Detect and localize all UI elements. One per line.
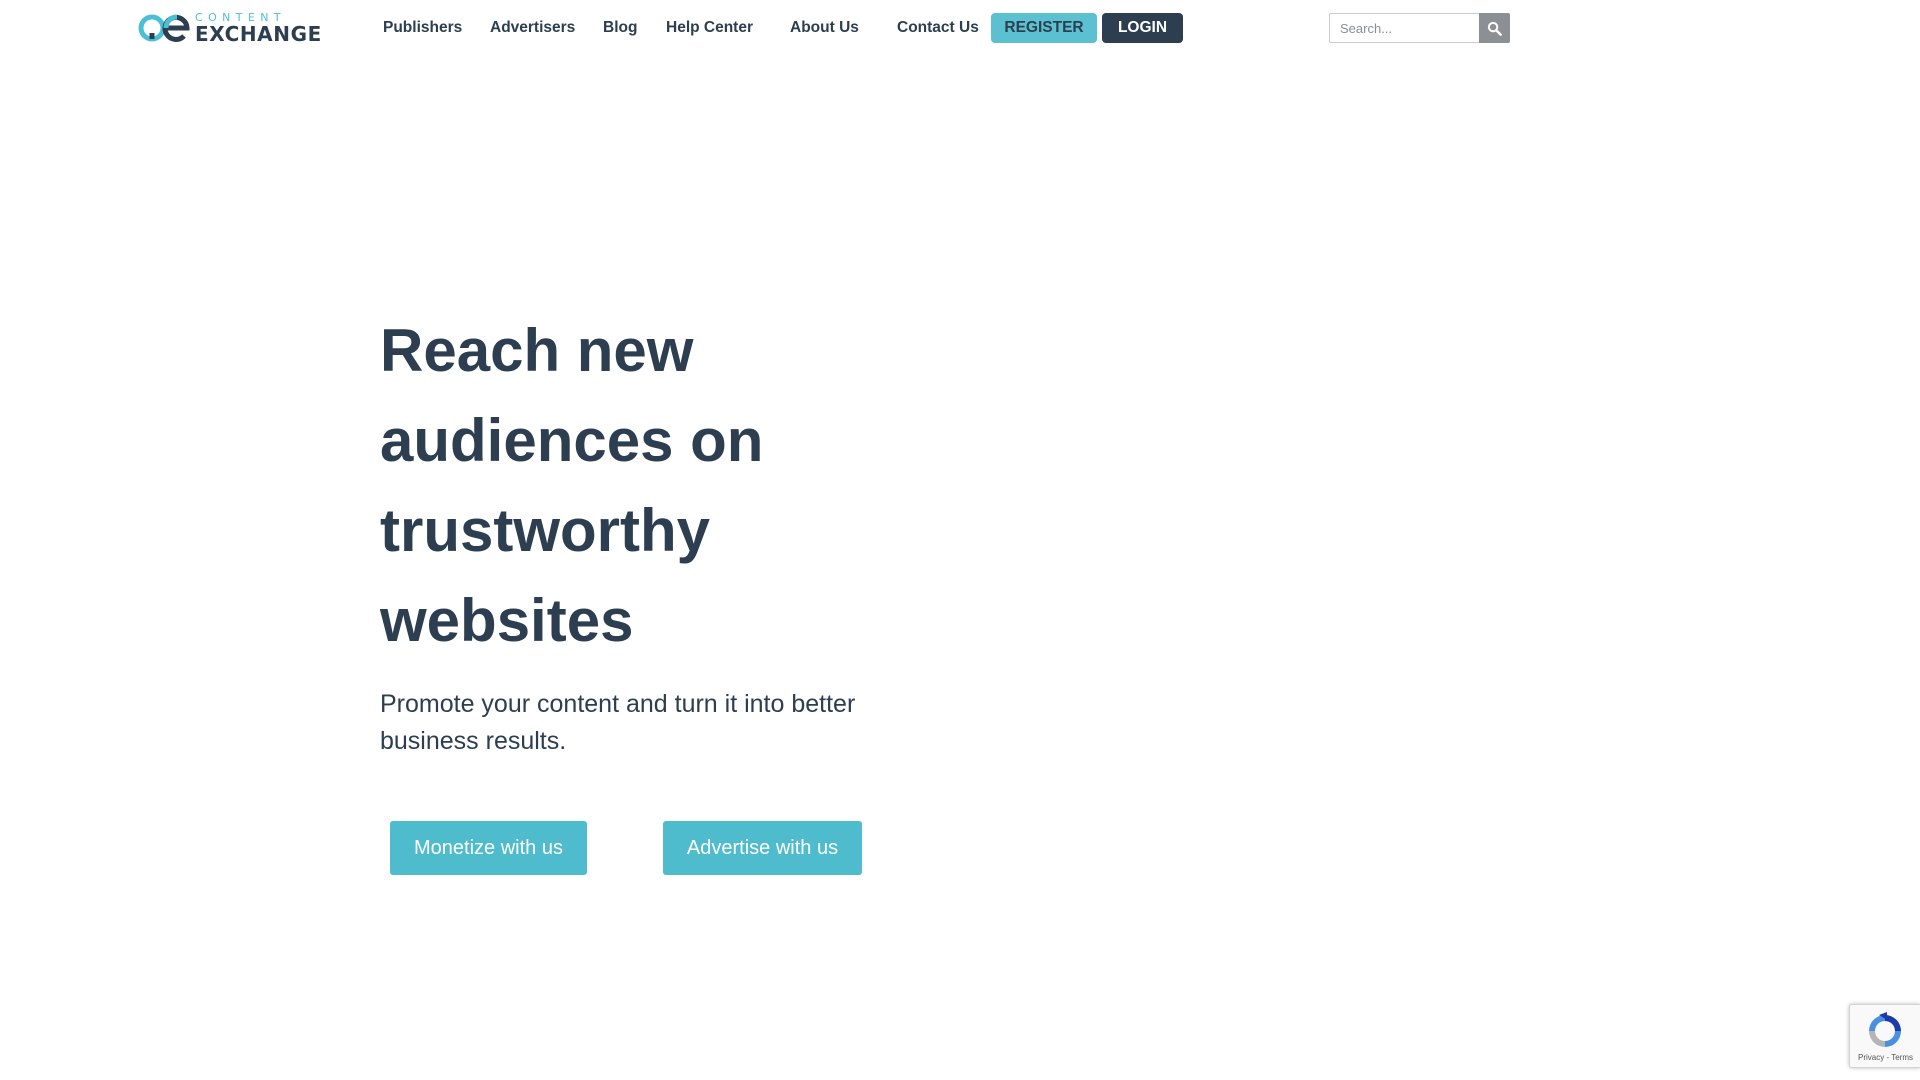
search-form — [1329, 13, 1510, 43]
logo-wordmark-bottom: EXCHANGE — [195, 22, 322, 46]
search-icon — [1487, 21, 1502, 36]
recaptcha-icon — [1869, 1012, 1901, 1047]
nav-item-publishers[interactable]: Publishers — [383, 19, 462, 37]
login-button[interactable]: LOGIN — [1102, 13, 1183, 43]
hero-title: Reach new audiences on trustworthy websi… — [380, 317, 764, 654]
nav-item-advertisers[interactable]: Advertisers — [490, 19, 575, 37]
nav-item-help-center[interactable]: Help Center — [666, 19, 753, 37]
logo-mark-icon — [138, 14, 190, 42]
recaptcha-separator: - — [1886, 1053, 1890, 1062]
nav-item-blog[interactable]: Blog — [603, 19, 637, 37]
advertise-button[interactable]: Advertise with us — [663, 821, 862, 875]
recaptcha-links: Privacy - Terms — [1850, 1053, 1920, 1062]
nav-item-contact-us[interactable]: Contact Us — [897, 19, 979, 37]
hero-subtitle: Promote your content and turn it into be… — [380, 690, 856, 755]
monetize-button[interactable]: Monetize with us — [390, 821, 587, 875]
recaptcha-badge[interactable]: Privacy - Terms — [1849, 1004, 1920, 1068]
recaptcha-terms-link[interactable]: Terms — [1891, 1053, 1913, 1062]
register-button[interactable]: REGISTER — [991, 13, 1097, 43]
nav-item-about-us[interactable]: About Us — [790, 19, 859, 37]
recaptcha-privacy-link[interactable]: Privacy — [1858, 1053, 1884, 1062]
site-header: CONTENT EXCHANGE Publishers Advertisers … — [0, 0, 1920, 56]
search-button[interactable] — [1479, 13, 1510, 43]
search-input[interactable] — [1329, 13, 1479, 43]
logo-wordmark: CONTENT EXCHANGE — [195, 12, 322, 44]
content-exchange-logo[interactable]: CONTENT EXCHANGE — [137, 9, 322, 47]
